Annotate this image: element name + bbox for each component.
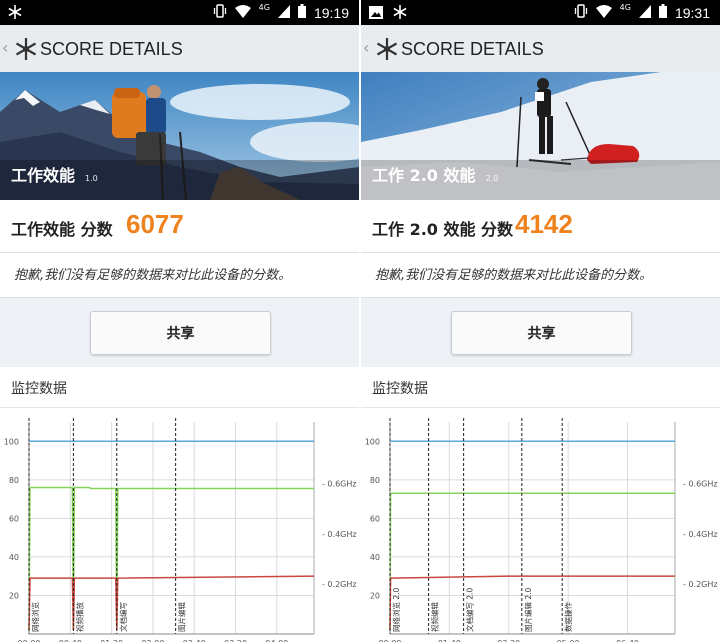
back-button[interactable]: ‹ — [363, 38, 369, 57]
battery-icon — [297, 4, 306, 22]
monitoring-section: 监控数据 20 40 60 80 100 - 0.2GHz - 0.4GHz - 0.6GHz… — [0, 367, 359, 642]
score-row: 工作 2.0 效能 分数 4142 — [361, 200, 720, 253]
panel-left: 4G 19:19 ‹ SCORE DETAILS 工作效能 1.0 工作效能 分… — [0, 0, 359, 642]
hero-version: 2.0 — [485, 174, 499, 183]
back-button[interactable]: ‹ — [2, 38, 8, 57]
workload-marker-label: 网络浏览 — [30, 602, 40, 632]
status-time: 19:31 — [674, 5, 710, 21]
wifi-icon — [234, 4, 251, 22]
share-button[interactable]: 共享 — [451, 311, 632, 355]
app-bar: ‹ SCORE DETAILS — [361, 25, 720, 72]
comparison-note-row: 抱歉,我们没有足够的数据来对比此设备的分数。 — [361, 253, 720, 298]
hero-title: 工作 2.0 效能 — [372, 166, 476, 185]
battery-icon — [658, 4, 667, 22]
score-label: 工作 2.0 效能 分数 — [372, 220, 514, 239]
workload-marker-label: 视频编辑 — [430, 602, 440, 632]
network-type: 4G — [619, 3, 631, 12]
y-tick-label: 100 — [365, 437, 380, 446]
y-tick-label: 80 — [370, 476, 380, 485]
workload-marker-label: 文档编写 — [118, 602, 128, 632]
hero-version: 1.0 — [85, 174, 98, 183]
workload-marker-label: 图片编辑 — [177, 602, 187, 632]
page-title: SCORE DETAILS — [40, 39, 183, 59]
hero-image: 工作 2.0 效能 2.0 — [361, 72, 720, 200]
y-tick-label: 80 — [9, 476, 19, 485]
series-line-red — [28, 575, 315, 631]
monitoring-section: 监控数据 20 40 60 80 100 - 0.2GHz - 0.4GHz - 0.6GHz… — [361, 367, 720, 642]
workload-marker-label: 文档编写 2.0 — [465, 587, 475, 632]
snowflake-icon — [8, 4, 22, 23]
image-icon — [369, 4, 383, 23]
score-value: 6077 — [126, 209, 184, 239]
vibrate-icon — [574, 4, 588, 22]
workload-marker-label: 视频播放 — [74, 602, 84, 632]
y-tick-label: 60 — [370, 514, 380, 523]
y-tick-label: 40 — [9, 553, 19, 562]
vibrate-icon — [213, 4, 227, 22]
comparison-note-row: 抱歉,我们没有足够的数据来对比此设备的分数。 — [0, 253, 359, 298]
comparison-note: 抱歉,我们没有足够的数据来对比此设备的分数。 — [375, 268, 653, 283]
snowflake-icon — [393, 4, 407, 23]
hero-title: 工作效能 — [11, 166, 76, 185]
y-tick-label: 20 — [9, 591, 19, 600]
score-row: 工作效能 分数 6077 — [0, 200, 359, 253]
y-right-tick-label: - 0.4GHz — [683, 530, 718, 539]
y-tick-label: 60 — [9, 514, 19, 523]
page-title: SCORE DETAILS — [401, 39, 544, 59]
hero-image: 工作效能 1.0 — [0, 72, 359, 200]
y-right-tick-label: - 0.6GHz — [683, 480, 718, 489]
y-right-tick-label: - 0.4GHz — [322, 530, 357, 539]
monitoring-title: 监控数据 — [372, 381, 428, 397]
comparison-note: 抱歉,我们没有足够的数据来对比此设备的分数。 — [14, 268, 292, 283]
signal-icon — [638, 4, 651, 22]
workload-marker-label: 数据操作 — [563, 602, 573, 632]
status-bar: 4G 19:19 — [0, 0, 359, 25]
y-tick-label: 20 — [370, 591, 380, 600]
snowflake-logo-icon — [14, 37, 38, 65]
series-line-green — [28, 486, 314, 631]
panel-right: 4G 19:31 ‹ SCORE DETAILS 工作 2.0 效能 2.0 工… — [361, 0, 720, 642]
snowflake-logo-icon — [375, 37, 399, 65]
workload-marker-label: 网络浏览 2.0 — [391, 587, 401, 632]
status-time: 19:19 — [313, 5, 349, 21]
y-tick-label: 40 — [370, 553, 380, 562]
status-bar: 4G 19:31 — [361, 0, 720, 25]
score-label: 工作效能 分数 — [11, 220, 113, 239]
network-type: 4G — [258, 3, 270, 12]
app-bar: ‹ SCORE DETAILS — [0, 25, 359, 72]
share-button[interactable]: 共享 — [90, 311, 271, 355]
signal-icon — [277, 4, 290, 22]
monitoring-title: 监控数据 — [11, 381, 67, 397]
monitoring-chart: 20406080100- 0.2GHz- 0.4GHz- 0.6GHz00:00… — [365, 418, 718, 642]
y-tick-label: 100 — [4, 437, 19, 446]
y-right-tick-label: - 0.2GHz — [322, 580, 357, 589]
y-right-tick-label: - 0.6GHz — [322, 480, 357, 489]
wifi-icon — [595, 4, 612, 22]
monitoring-chart: 20406080100- 0.2GHz- 0.4GHz- 0.6GHz00:00… — [4, 418, 357, 642]
score-value: 4142 — [515, 209, 573, 239]
workload-marker-label: 图片编辑 2.0 — [523, 587, 533, 632]
y-right-tick-label: - 0.2GHz — [683, 580, 718, 589]
